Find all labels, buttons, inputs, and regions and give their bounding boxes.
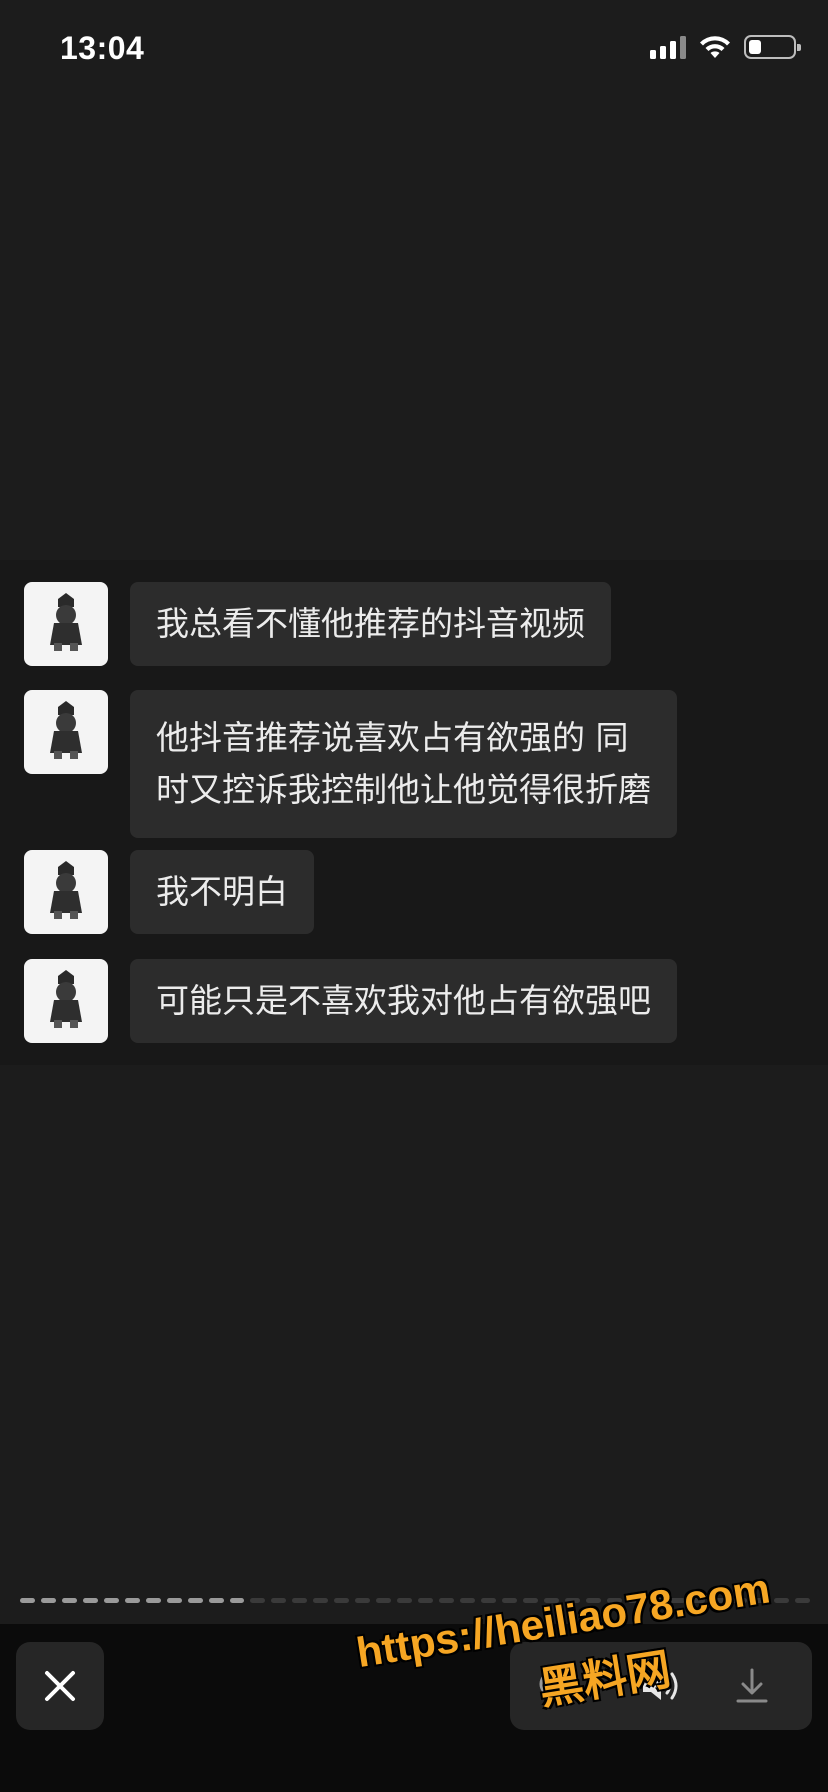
progress-segment xyxy=(543,1598,559,1603)
chat-message: 可能只是不喜欢我对他占有欲强吧 xyxy=(24,959,677,1043)
cellular-signal-icon xyxy=(650,35,686,59)
download-button[interactable] xyxy=(708,1642,796,1730)
avatar xyxy=(24,850,108,934)
progress-segment xyxy=(103,1598,119,1603)
progress-segment xyxy=(753,1598,769,1603)
progress-segment xyxy=(418,1598,434,1603)
progress-segment xyxy=(61,1598,77,1603)
chat-message: 我不明白 xyxy=(24,850,314,934)
image-viewer-screen: 13:04 我总看不懂他推荐的抖音视频 他抖音推荐说喜欢占有欲强的 同 时又控诉… xyxy=(0,0,828,1792)
chat-message: 他抖音推荐说喜欢占有欲强的 同 时又控诉我控制他让他觉得很折磨 xyxy=(24,690,677,838)
progress-segment xyxy=(669,1598,685,1603)
message-bubble: 他抖音推荐说喜欢占有欲强的 同 时又控诉我控制他让他觉得很折磨 xyxy=(130,690,677,838)
progress-segment xyxy=(501,1598,517,1603)
progress-segment xyxy=(564,1598,580,1603)
progress-segment xyxy=(82,1598,98,1603)
speaker-icon xyxy=(643,1672,678,1700)
progress-segment xyxy=(480,1598,496,1603)
avatar xyxy=(24,959,108,1043)
chat-screenshot: 我总看不懂他推荐的抖音视频 他抖音推荐说喜欢占有欲强的 同 时又控诉我控制他让他… xyxy=(0,560,828,1065)
progress-segment xyxy=(732,1598,748,1603)
progress-segment xyxy=(690,1598,706,1603)
progress-segment xyxy=(124,1598,140,1603)
avatar-figure-icon xyxy=(50,970,82,1028)
progress-segment xyxy=(145,1598,161,1603)
avatar-figure-icon xyxy=(50,861,82,919)
progress-segment xyxy=(795,1598,811,1603)
chat-message: 我总看不懂他推荐的抖音视频 xyxy=(24,582,611,666)
progress-segment xyxy=(460,1598,475,1603)
status-icons xyxy=(650,34,801,60)
avatar xyxy=(24,690,108,774)
progress-segment xyxy=(397,1598,413,1603)
progress-segment xyxy=(522,1598,538,1603)
battery-icon xyxy=(744,35,801,59)
action-group xyxy=(510,1642,812,1730)
search-image-button[interactable] xyxy=(510,1642,598,1730)
progress-segment xyxy=(250,1598,266,1603)
bottom-toolbar xyxy=(0,1624,828,1792)
avatar-figure-icon xyxy=(50,701,82,759)
progress-segment xyxy=(271,1598,287,1603)
avatar-figure-icon xyxy=(50,593,82,651)
progress-segment xyxy=(439,1598,455,1603)
progress-segment xyxy=(166,1598,182,1603)
avatar xyxy=(24,582,108,666)
status-time: 13:04 xyxy=(60,30,145,66)
download-icon xyxy=(736,1668,768,1703)
close-icon xyxy=(45,1671,75,1701)
progress-segment xyxy=(292,1598,308,1603)
progress-segment xyxy=(711,1598,727,1603)
progress-segment xyxy=(334,1598,350,1603)
search-image-icon xyxy=(539,1671,571,1703)
image-progress-indicator xyxy=(20,1598,811,1606)
progress-segment xyxy=(774,1598,790,1603)
wifi-icon xyxy=(700,36,730,58)
progress-segment xyxy=(376,1598,392,1603)
progress-segment xyxy=(208,1598,224,1603)
message-bubble: 我总看不懂他推荐的抖音视频 xyxy=(130,582,611,666)
progress-segment xyxy=(585,1598,601,1603)
progress-segment xyxy=(20,1598,35,1603)
progress-segment xyxy=(229,1598,245,1603)
message-bubble: 我不明白 xyxy=(130,850,314,934)
speaker-button[interactable] xyxy=(617,1642,705,1730)
progress-segment xyxy=(648,1598,664,1603)
progress-segment xyxy=(355,1598,371,1603)
progress-segment xyxy=(313,1598,329,1603)
close-button[interactable] xyxy=(16,1642,104,1730)
progress-segment xyxy=(187,1598,203,1603)
status-bar: 13:04 xyxy=(0,0,828,100)
progress-segment xyxy=(40,1598,56,1603)
progress-segment xyxy=(627,1598,643,1603)
progress-segment xyxy=(606,1598,622,1603)
message-bubble: 可能只是不喜欢我对他占有欲强吧 xyxy=(130,959,677,1043)
